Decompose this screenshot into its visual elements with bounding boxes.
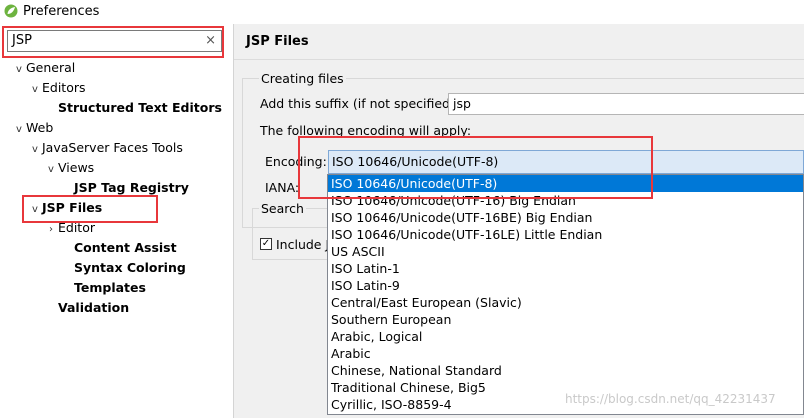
encoding-combo[interactable]: ISO 10646/Unicode(UTF-8) xyxy=(328,150,804,174)
tree-item[interactable]: v JavaServer Faces Tools xyxy=(28,138,183,157)
tree-item[interactable]: JSP Tag Registry xyxy=(60,178,189,197)
tree-item-label: Views xyxy=(58,160,95,175)
include-label: Include J xyxy=(276,237,330,252)
tree-item[interactable]: v General xyxy=(12,58,75,77)
chevron-icon[interactable]: v xyxy=(28,200,42,219)
tree-item[interactable]: Templates xyxy=(60,278,146,297)
tree-item[interactable]: Structured Text Editors xyxy=(44,98,222,117)
tree-item-label: JSP Tag Registry xyxy=(74,180,189,195)
tree-item[interactable]: v JSP Files xyxy=(28,198,102,217)
tree-item[interactable]: v Web xyxy=(12,118,53,137)
encoding-option[interactable]: ISO 10646/Unicode(UTF-16LE) Little Endia… xyxy=(328,226,803,243)
tree-item-label: Editors xyxy=(42,80,86,95)
chevron-icon[interactable]: v xyxy=(44,160,58,179)
tree-item-label: Web xyxy=(26,120,54,135)
tree-item-label: JSP Files xyxy=(42,200,103,215)
watermark: https://blog.csdn.net/qq_42231437 xyxy=(565,392,776,406)
clear-icon[interactable]: × xyxy=(205,33,216,48)
header-divider xyxy=(234,59,804,60)
tree-item[interactable]: Content Assist xyxy=(60,238,177,257)
include-checkbox[interactable]: ✓ xyxy=(260,238,272,250)
tree-item-label: Editor xyxy=(58,220,95,235)
filter-input[interactable]: JSP × xyxy=(7,30,222,52)
chevron-icon[interactable]: › xyxy=(44,220,58,239)
tree-item[interactable]: v Views xyxy=(44,158,94,177)
encoding-note: The following encoding will apply: xyxy=(260,123,472,138)
search-title: Search xyxy=(259,201,306,216)
chevron-icon[interactable]: v xyxy=(12,60,26,79)
title-bar: Preferences xyxy=(0,0,804,24)
encoding-option[interactable]: Chinese, National Standard xyxy=(328,362,803,379)
encoding-option[interactable]: Arabic xyxy=(328,345,803,362)
tree-item-label: Templates xyxy=(74,280,146,295)
encoding-option[interactable]: ISO Latin-9 xyxy=(328,277,803,294)
tree-item-label: JavaServer Faces Tools xyxy=(42,140,183,155)
tree-item-label: Syntax Coloring xyxy=(74,260,186,275)
encoding-option[interactable]: ISO 10646/Unicode(UTF-16) Big Endian xyxy=(328,192,803,209)
encoding-dropdown-list[interactable]: ISO 10646/Unicode(UTF-8) ISO 10646/Unicod… xyxy=(327,174,804,415)
tree-item-label: Structured Text Editors xyxy=(58,100,222,115)
filter-input-value[interactable]: JSP xyxy=(12,33,32,48)
tree-item[interactable]: › Editor xyxy=(44,218,95,237)
encoding-label: Encoding: xyxy=(265,154,327,169)
encoding-option[interactable]: Central/East European (Slavic) xyxy=(328,294,803,311)
search-group: Search xyxy=(252,201,332,260)
spring-leaf-icon xyxy=(4,4,18,18)
creating-files-title: Creating files xyxy=(259,71,346,86)
encoding-option[interactable]: Arabic, Logical xyxy=(328,328,803,345)
tree-item-label: General xyxy=(26,60,76,75)
encoding-option[interactable]: Southern European xyxy=(328,311,803,328)
suffix-input[interactable]: jsp xyxy=(448,93,804,115)
tree-item[interactable]: Syntax Coloring xyxy=(60,258,186,277)
encoding-option[interactable]: US ASCII xyxy=(328,243,803,260)
encoding-option[interactable]: ISO 10646/Unicode(UTF-8) xyxy=(328,175,803,192)
chevron-icon[interactable]: v xyxy=(28,80,42,99)
iana-label: IANA: xyxy=(265,180,300,195)
window-title: Preferences xyxy=(23,4,100,19)
tree-item[interactable]: v Editors xyxy=(28,78,86,99)
encoding-option[interactable]: ISO Latin-1 xyxy=(328,260,803,277)
chevron-icon[interactable]: v xyxy=(12,120,26,139)
tree-item-label: Content Assist xyxy=(74,240,177,255)
page-title: JSP Files xyxy=(246,34,309,49)
preferences-tree-panel: JSP × v General v Editors Structured Text Ed… xyxy=(0,24,234,418)
tree-item[interactable]: Validation xyxy=(44,298,129,317)
suffix-label: Add this suffix (if not specified): xyxy=(260,96,460,111)
tree-item-label: Validation xyxy=(58,300,130,315)
encoding-option[interactable]: ISO 10646/Unicode(UTF-16BE) Big Endian xyxy=(328,209,803,226)
chevron-icon[interactable]: v xyxy=(28,140,42,159)
